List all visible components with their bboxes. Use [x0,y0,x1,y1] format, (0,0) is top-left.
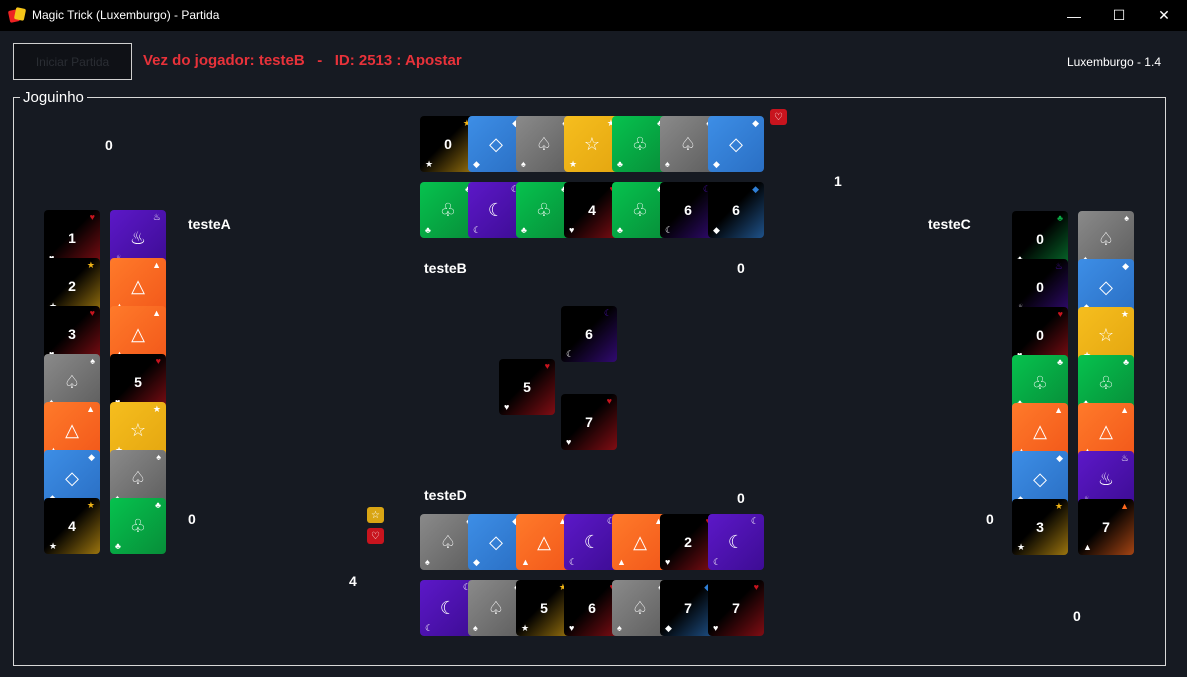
game-window: Iniciar Partida Vez do jogador: testeB -… [0,31,1187,677]
card-value: 5 [523,379,531,395]
playerA-top-score: 0 [105,137,113,153]
card-value: 3 [1036,519,1044,535]
close-button[interactable]: ✕ [1141,0,1187,31]
playerD-card[interactable]: ♥ ♥ 7 [708,580,764,636]
playerC-score: 0 [986,511,994,527]
diamond-icon: ◇ [729,133,743,154]
playerB-card[interactable]: ◆◆◇ [708,116,764,172]
turn-status: Vez do jogador: testeB - ID: 2513 : Apos… [143,52,462,69]
playerC-card[interactable]: ▲ ▲ 7 [1078,499,1134,555]
version-label: Luxemburgo - 1.4 [1066,55,1161,69]
start-match-button[interactable]: Iniciar Partida [13,43,132,80]
maximize-button[interactable]: ☐ [1096,0,1142,31]
played-card[interactable]: ♥ ♥ 7 [561,394,617,450]
bet-token-heart-icon: ♡ [770,109,787,125]
app-cards-icon [7,7,27,23]
playerA-name: testeA [188,216,231,232]
window-title: Magic Trick (Luxemburgo) - Partida [32,8,220,22]
bet-token-star-icon: ☆ [367,507,384,523]
playerC-name: testeC [928,216,971,232]
card-value: 6 [732,202,740,218]
bet-token-heart-icon: ♡ [367,528,384,544]
minimize-button[interactable]: — [1051,0,1097,31]
club-icon: ♧ [129,515,147,536]
playerD-score: 0 [737,490,745,506]
playerD-card[interactable]: ☾ ☾ ☾ [708,514,764,570]
card-value: 7 [1102,519,1110,535]
played-card[interactable]: ☾ ☾ 6 [561,306,617,362]
playerA-bottom-score: 4 [349,573,357,589]
card-value: 7 [585,414,593,430]
playerC-bottom-score: 0 [1073,608,1081,624]
playerB-score: 0 [737,260,745,276]
playerA-card[interactable]: ★ ★ 4 [44,498,100,554]
playerA-card[interactable]: ♣ ♣ ♧ [110,498,166,554]
board-group-label: Joguinho [20,89,87,106]
played-card[interactable]: ♥ ♥ 5 [499,359,555,415]
playerB-name: testeB [424,260,467,276]
card-value: 4 [68,518,76,534]
playerA-score: 0 [188,511,196,527]
playerD-name: testeD [424,487,467,503]
playerC-card[interactable]: ★ ★ 3 [1012,499,1068,555]
title-bar: Magic Trick (Luxemburgo) - Partida — ☐ ✕ [0,0,1187,31]
card-value: 7 [732,600,740,616]
playerB-card[interactable]: ◆ ◆ 6 [708,182,764,238]
playerB-top-score: 1 [834,173,842,189]
card-value: 6 [585,326,593,342]
moon-icon: ☾ [727,531,745,552]
